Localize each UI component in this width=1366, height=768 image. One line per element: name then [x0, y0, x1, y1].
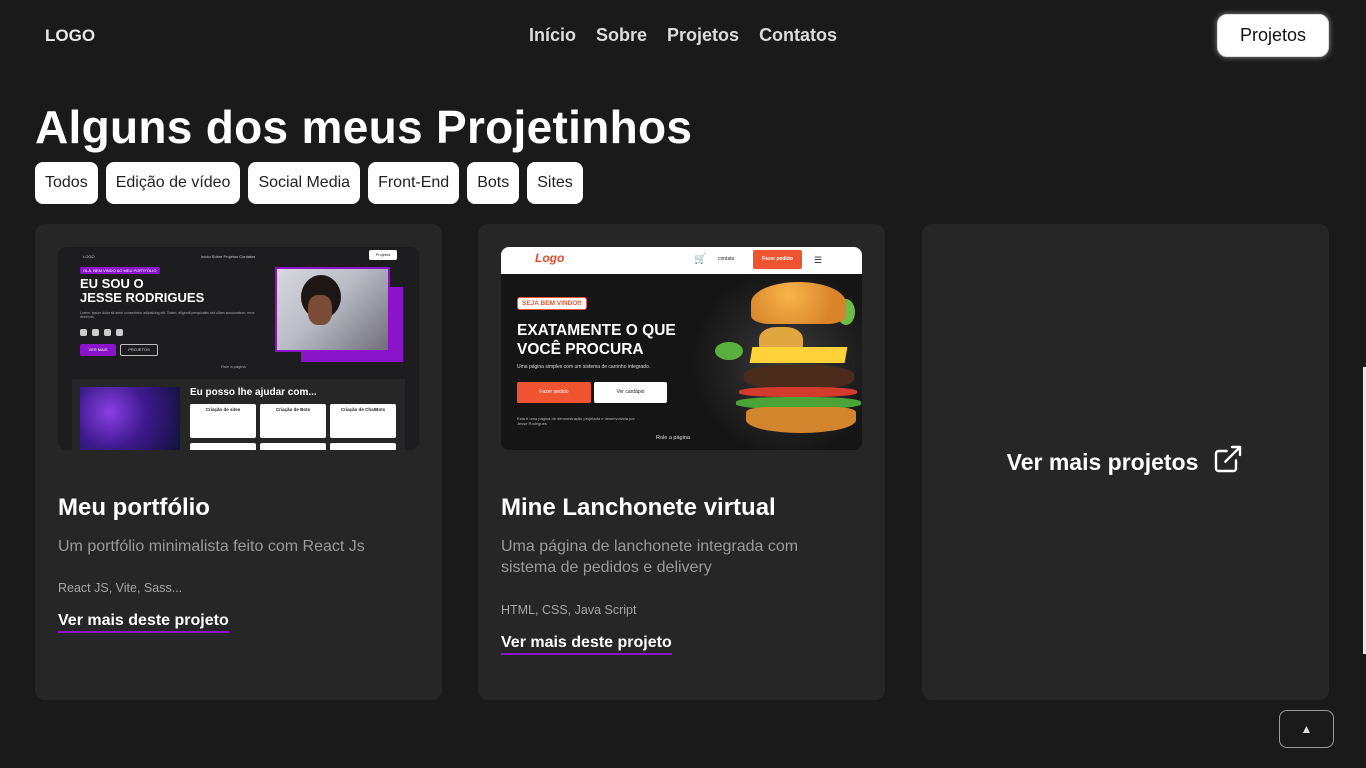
nav-link-sobre[interactable]: Sobre: [596, 25, 647, 46]
nav-link-inicio[interactable]: Início: [529, 25, 576, 46]
thumb-subtitle: Uma página simples com um sistema de car…: [517, 364, 651, 370]
nav-link-contatos[interactable]: Contatos: [759, 25, 837, 46]
project-title: Meu portfólio: [58, 494, 210, 521]
external-link-icon: [1215, 445, 1242, 473]
thumb-headline: EXATAMENTE O QUE VOCÊ PROCURA: [517, 321, 676, 359]
main-nav: Início Sobre Projetos Contatos: [529, 25, 837, 46]
more-projects-card[interactable]: Ver mais projetos: [922, 224, 1329, 700]
thumb-headline-line-2: VOCÊ PROCURA: [517, 341, 644, 358]
telegram-icon: [116, 329, 123, 336]
burger-cheese: [749, 347, 848, 363]
scroll-to-top-button[interactable]: ▲: [1279, 710, 1334, 748]
filter-social-media[interactable]: Social Media: [248, 162, 361, 204]
thumb-scroll-hint: Role a página: [221, 364, 246, 369]
project-description: Uma página de lanchonete integrada com s…: [501, 538, 799, 576]
thumb-projetos-button: PROJETOS: [120, 344, 158, 356]
project-thumbnail-lanchonete: Logo 🛒 contato Fazer pedido ☰ SEJA BEM V…: [501, 247, 862, 450]
project-card-lanchonete: Logo 🛒 contato Fazer pedido ☰ SEJA BEM V…: [478, 224, 885, 700]
project-description: Um portfólio minimalista feito com React…: [58, 538, 365, 555]
project-thumbnail-portfolio: LOGO Início Sobre Projetos Contatos Proj…: [58, 247, 419, 450]
thumb-nav: Início Sobre Projetos Contatos: [201, 254, 256, 259]
thumb-ver-mais-button: VER MAIS: [80, 344, 116, 356]
burger-tomato: [739, 387, 857, 397]
burger-bun-bottom: [746, 407, 856, 433]
site-logo[interactable]: LOGO: [45, 26, 95, 46]
thumb-service-row: [260, 443, 326, 450]
filter-front-end[interactable]: Front-End: [368, 162, 460, 204]
project-details-link[interactable]: Ver mais deste projeto: [58, 612, 229, 633]
project-card-portfolio: LOGO Início Sobre Projetos Contatos Proj…: [35, 224, 442, 700]
thumb-help-title: Eu posso lhe ajudar com...: [190, 387, 317, 398]
thumb-contact: contato: [718, 256, 735, 262]
project-title: Mine Lanchonete virtual: [501, 494, 776, 521]
project-tech-stack: HTML, CSS, Java Script: [501, 603, 637, 617]
project-tech-stack: React JS, Vite, Sass...: [58, 581, 183, 595]
filter-todos[interactable]: Todos: [35, 162, 98, 204]
thumb-headline-line-1: EXATAMENTE O QUE: [517, 322, 676, 339]
github-icon: [80, 329, 87, 336]
cart-icon: 🛒: [694, 254, 707, 265]
burger-bun-top: [751, 282, 846, 324]
thumb-headline: EU SOU O JESSE RODRIGUES: [80, 277, 204, 305]
thumb-logo: LOGO: [83, 254, 95, 259]
burger-patty: [744, 365, 854, 389]
header-projetos-button[interactable]: Projetos: [1217, 14, 1329, 57]
filter-sites[interactable]: Sites: [527, 162, 583, 204]
thumb-service-row: [190, 443, 256, 450]
thumb-service-chatbots: Criação de ChatBots: [330, 404, 396, 438]
thumb-note: Esta é uma página de demonstração projet…: [517, 416, 635, 426]
thumb-order-button: Fazer pedido: [753, 250, 802, 269]
page-title: Alguns dos meus Projetinhos: [35, 101, 693, 153]
menu-icon: ☰: [814, 255, 823, 265]
caret-up-icon: ▲: [1300, 722, 1313, 736]
nav-link-projetos[interactable]: Projetos: [667, 25, 739, 46]
thumb-service-sites: Criação de sites: [190, 404, 256, 438]
thumb-headline-line-1: EU SOU O: [80, 276, 144, 291]
thumb-intro: Lorem, ipsum dolor sit amet consectetur …: [80, 311, 255, 319]
thumb-badge: OLÁ, BEM VINDO AO MEU PORTFÓLIO: [80, 267, 160, 274]
thumb-fazer-pedido-button: Fazer pedido: [517, 382, 591, 403]
thumb-lettuce-leaf: [715, 342, 743, 360]
thumb-leaf-image: [80, 387, 180, 450]
thumb-button: Projetos: [369, 250, 397, 260]
filter-edicao-de-video[interactable]: Edição de vídeo: [105, 162, 241, 204]
thumb-service-row: [330, 443, 396, 450]
project-details-link[interactable]: Ver mais deste projeto: [501, 634, 672, 655]
twitter-icon: [92, 329, 99, 336]
thumb-logo: Logo: [535, 251, 565, 265]
filter-bots[interactable]: Bots: [467, 162, 520, 204]
more-projects-label[interactable]: Ver mais projetos: [1007, 449, 1199, 476]
thumb-scroll-hint: Role a página: [656, 435, 690, 441]
thumb-headline-line-2: JESSE RODRIGUES: [80, 290, 205, 305]
thumb-ver-cardapio-button: Ver cardápio: [594, 382, 667, 403]
instagram-icon: [104, 329, 111, 336]
project-filters: Todos Edição de vídeo Social Media Front…: [35, 162, 583, 204]
thumb-photo-face: [308, 295, 332, 325]
thumb-badge: SEJA BEM VINDO!!: [517, 297, 587, 310]
thumb-service-bots: Criação de Bots: [260, 404, 326, 438]
